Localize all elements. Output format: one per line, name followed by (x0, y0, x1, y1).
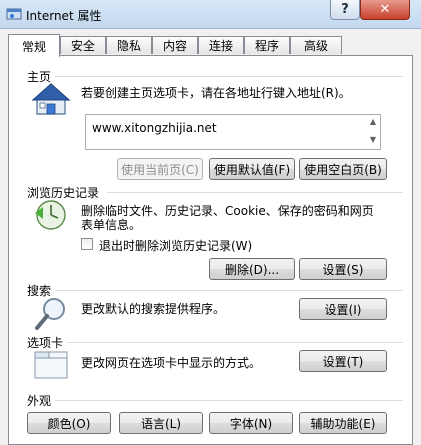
title-bar: Internet 属性 ? ✕ (0, 0, 421, 29)
homepage-textarea[interactable]: www.xitongzhijia.net ▲ ▼ (85, 114, 381, 150)
internet-options-icon (6, 8, 22, 20)
use-current-button[interactable]: 使用当前页(C) (117, 158, 203, 180)
search-settings-button[interactable]: 设置(I) (299, 298, 387, 320)
scroll-down-icon[interactable]: ▼ (370, 135, 376, 144)
tab-advanced[interactable]: 高级 (290, 36, 342, 54)
history-separator (107, 192, 403, 193)
window-title: Internet 属性 (26, 9, 102, 23)
appearance-heading: 外观 (27, 394, 52, 408)
tab-privacy[interactable]: 隐私 (106, 36, 152, 54)
tab-content[interactable]: 内容 (152, 36, 198, 54)
accessibility-button[interactable]: 辅助功能(E) (299, 412, 387, 434)
help-button[interactable]: ? (330, 0, 360, 20)
tab-connections[interactable]: 连接 (198, 36, 244, 54)
homepage-url: www.xitongzhijia.net (92, 121, 217, 135)
delete-on-exit-checkbox[interactable] (81, 238, 93, 250)
scroll-up-icon[interactable]: ▲ (370, 117, 376, 126)
history-description-line2: 表单信息。 (81, 218, 142, 232)
tab-programs[interactable]: 程序 (244, 36, 290, 54)
tabs-separator (67, 342, 403, 343)
tabs-window-icon (34, 351, 68, 379)
languages-button[interactable]: 语言(L) (119, 412, 203, 434)
colors-button[interactable]: 颜色(O) (27, 412, 111, 434)
close-button[interactable]: ✕ (360, 0, 410, 20)
history-clock-icon (35, 200, 66, 230)
use-default-button[interactable]: 使用默认值(F) (209, 158, 295, 180)
delete-on-exit-label[interactable]: 退出时删除浏览历史记录(W) (99, 237, 252, 254)
search-separator (55, 290, 403, 291)
tabs-description: 更改网页在选项卡中显示的方式。 (81, 356, 262, 370)
tab-general[interactable]: 常规 (8, 34, 60, 57)
use-blank-button[interactable]: 使用空白页(B) (299, 158, 387, 180)
tabs-settings-button[interactable]: 设置(T) (299, 350, 387, 372)
appearance-separator (55, 400, 403, 401)
home-icon (31, 83, 71, 115)
homepage-instruction: 若要创建主页选项卡，请在各地址行键入地址(R)。 (81, 86, 351, 100)
search-description: 更改默认的搜索提供程序。 (81, 302, 226, 316)
history-settings-button[interactable]: 设置(S) (299, 258, 387, 280)
magnifier-icon (35, 298, 65, 330)
homepage-separator (55, 76, 403, 77)
general-tab-panel: 主页 若要创建主页选项卡，请在各地址行键入地址(R)。 www.xitongzh… (8, 55, 413, 445)
fonts-button[interactable]: 字体(N) (209, 412, 293, 434)
tab-security[interactable]: 安全 (60, 36, 106, 54)
delete-history-button[interactable]: 删除(D)... (209, 258, 295, 280)
